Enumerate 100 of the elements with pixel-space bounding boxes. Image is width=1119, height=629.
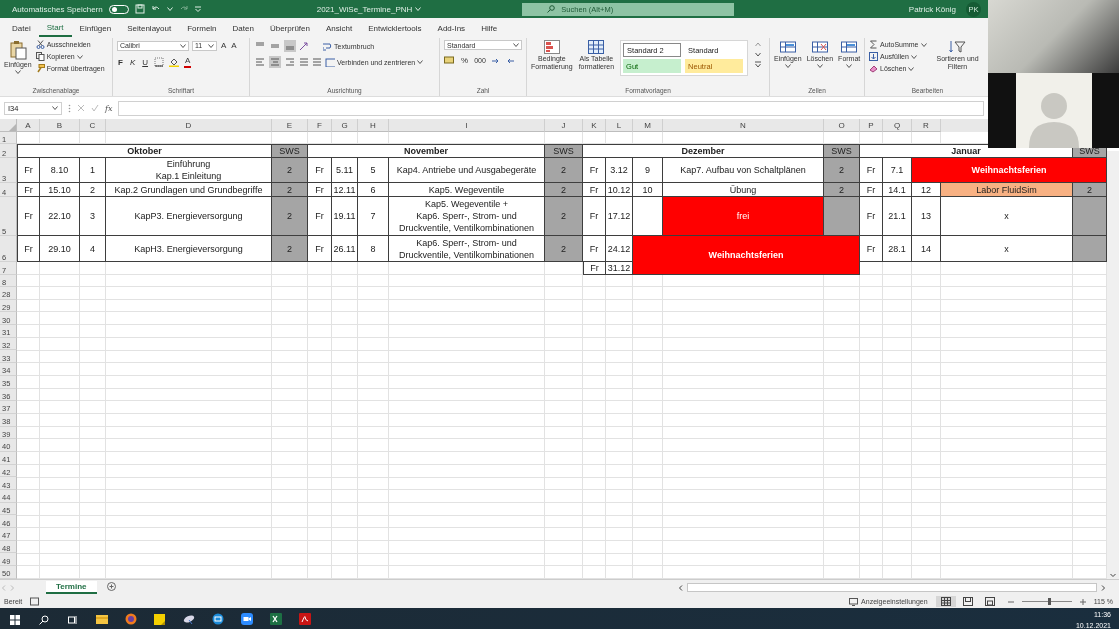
add-sheet-icon[interactable] [106, 582, 116, 591]
scroll-down-icon[interactable] [1109, 571, 1117, 579]
ribbon-tab[interactable]: Entwicklertools [360, 20, 430, 36]
ribbon-tab[interactable]: Start [38, 19, 72, 37]
ribbon-tab[interactable]: Datei [4, 20, 39, 36]
column-header[interactable]: N [663, 119, 824, 132]
formula-input[interactable] [118, 100, 984, 116]
table-cell: SWS [545, 144, 583, 158]
column-header[interactable]: Q [883, 119, 912, 132]
more-icon[interactable] [754, 60, 763, 69]
table-cell: 1 [80, 158, 106, 183]
macro-record-icon[interactable] [30, 597, 40, 606]
ribbon-tab[interactable]: Seitenlayout [119, 20, 180, 36]
horizontal-scrollbar[interactable] [687, 583, 1097, 592]
check-icon[interactable] [91, 104, 99, 112]
caret-icon[interactable] [52, 106, 58, 110]
table-cell: 29.10 [40, 236, 80, 262]
caret-icon[interactable] [846, 64, 853, 69]
column-header[interactable]: C [80, 119, 106, 132]
table-cell: Kap6. Sperr-, Strom- und Druckventile, Ventilkombinationen [389, 236, 545, 262]
month-heading: Oktober [17, 144, 272, 158]
caret-icon[interactable] [208, 43, 214, 48]
column-header[interactable]: A [17, 119, 40, 132]
column-header[interactable]: J [545, 119, 583, 132]
ribbon-tab[interactable]: Hilfe [473, 20, 506, 36]
ribbon-tab[interactable]: Ansicht [317, 20, 361, 36]
table-cell: KapP3. Energieversorgung [106, 197, 272, 236]
caret-icon[interactable] [816, 64, 823, 69]
eraser-icon [869, 64, 878, 73]
ribbon-tab[interactable]: Daten [224, 20, 262, 36]
bold-button[interactable]: F [117, 56, 124, 68]
column-header[interactable]: R [912, 119, 941, 132]
mail-icon [211, 612, 224, 625]
sheet-tab[interactable]: Termine [46, 581, 97, 594]
ribbon-tab[interactable]: Überprüfen [261, 20, 318, 36]
align-icon [285, 57, 295, 67]
align-icon [270, 57, 280, 67]
column-header[interactable]: B [40, 119, 80, 132]
insert-function-button[interactable]: fx [105, 103, 113, 113]
column-header[interactable]: I [389, 119, 545, 132]
ribbon-tab[interactable]: Einfügen [71, 20, 120, 36]
italic-button[interactable]: K [128, 56, 137, 68]
column-header[interactable]: L [606, 119, 633, 132]
column-header[interactable]: D [106, 119, 272, 132]
caret-icon[interactable] [180, 43, 186, 48]
zoom-in-icon[interactable] [1079, 598, 1086, 605]
caret-icon[interactable] [14, 70, 21, 75]
normal-view-button[interactable] [935, 596, 956, 607]
table-cell: Fr [308, 197, 332, 236]
table-cell: Einführung Kap.1 Einleitung [106, 158, 272, 183]
zoom-slider[interactable] [1048, 598, 1052, 605]
ribbon-tab[interactable]: Formeln [179, 20, 225, 36]
ribbon-tab[interactable]: Add-Ins [429, 20, 474, 36]
table-cell: 2 [1073, 183, 1107, 197]
save-icon[interactable] [134, 4, 145, 14]
column-header[interactable]: M [633, 119, 663, 132]
caret-icon[interactable] [76, 54, 83, 59]
underline-button[interactable]: U [141, 56, 149, 68]
column-header[interactable]: P [860, 119, 883, 132]
scroll-left-icon[interactable] [677, 583, 685, 592]
table-cell: 3.12 [606, 158, 633, 183]
table-cell: Fr [860, 236, 883, 262]
vertical-scrollbar[interactable] [1107, 151, 1119, 579]
user-name[interactable]: Patrick König [908, 4, 956, 14]
grow-font-button[interactable]: A [220, 40, 228, 51]
search-icon [38, 614, 49, 625]
scroll-right-icon[interactable] [1099, 583, 1107, 592]
column-header[interactable]: G [332, 119, 358, 132]
table-cell [633, 197, 663, 236]
column-header[interactable]: H [358, 119, 389, 132]
fill-color-icon[interactable] [169, 57, 179, 67]
table-cell [1073, 236, 1107, 262]
customize-icon[interactable] [194, 6, 201, 12]
column-header[interactable]: K [583, 119, 606, 132]
percent-button[interactable]: % [460, 55, 470, 66]
fill-down-icon [869, 52, 878, 61]
table-cell: Fr [17, 183, 40, 197]
caret-icon[interactable] [417, 60, 424, 64]
table-cell: Weihnachtsferien [912, 158, 1107, 183]
column-header[interactable]: O [824, 119, 860, 132]
table-cell: 2 [80, 183, 106, 197]
text-angle-icon[interactable] [299, 41, 311, 51]
currency-icon[interactable] [444, 56, 456, 65]
column-header[interactable]: E [272, 119, 308, 132]
font-color-button[interactable]: A [184, 56, 192, 68]
table-cell: Fr [583, 183, 606, 197]
table-cell: Fr [17, 158, 40, 183]
table-cell: Kap5. Wegeventile [389, 183, 545, 197]
table-cell: Fr [583, 236, 606, 262]
table-cell: 2 [824, 183, 860, 197]
satellite-dish-icon [182, 614, 195, 625]
table-cell: 4 [80, 236, 106, 262]
caret-icon[interactable] [513, 43, 519, 47]
scroll-down-icon[interactable] [754, 50, 763, 59]
border-icon[interactable] [154, 57, 164, 67]
caret-icon[interactable] [784, 64, 791, 69]
shrink-font-button[interactable]: A [230, 40, 238, 51]
table-cell: Kap4. Antriebe und Ausgabegeräte [389, 158, 545, 183]
column-header[interactable]: F [308, 119, 332, 132]
table-cell: Weihnachtsferien [633, 236, 860, 275]
